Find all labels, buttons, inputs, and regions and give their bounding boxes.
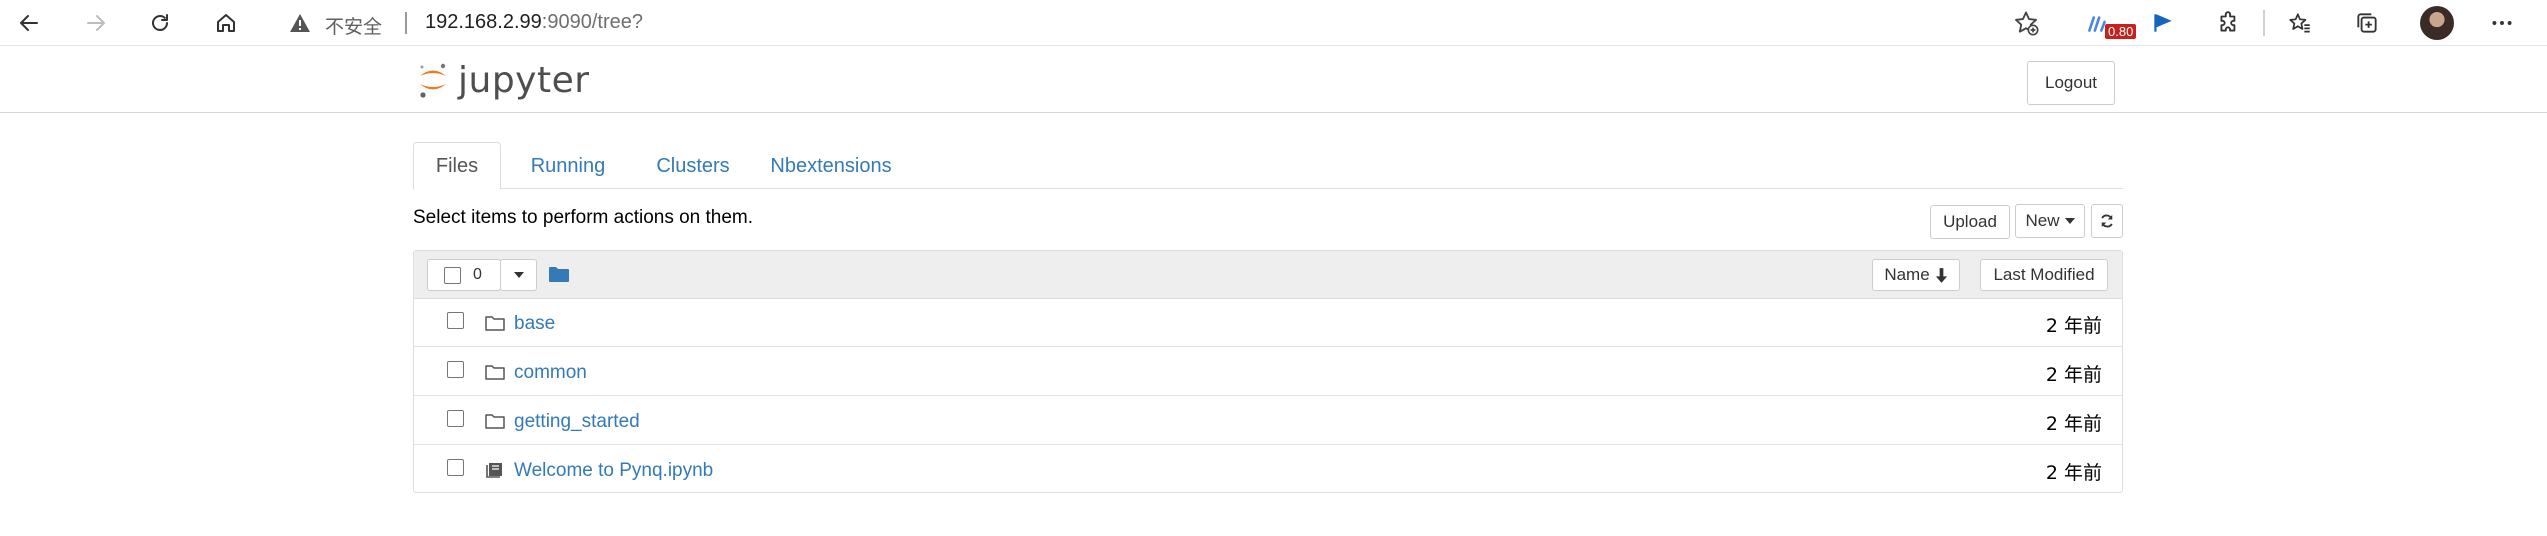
- flag-icon: [2154, 14, 2172, 32]
- file-name-link[interactable]: getting_started: [514, 411, 640, 433]
- url-text: 192.168.2.99:9090/tree?: [425, 11, 643, 34]
- url-path: :9090/tree?: [541, 11, 643, 33]
- sort-name-button[interactable]: Name: [1872, 259, 1960, 291]
- list-item[interactable]: getting_started 2 年前: [414, 397, 2122, 445]
- folder-icon: [485, 316, 505, 331]
- folder-icon: [485, 365, 505, 380]
- caret-down-icon: [2064, 218, 2075, 224]
- select-all-button[interactable]: 0: [427, 259, 501, 291]
- warning-icon: [290, 14, 310, 32]
- extension-badge: 0.80: [2105, 24, 2137, 39]
- file-list-header: 0 Name Last Modified: [414, 251, 2122, 299]
- more-horizontal-icon: [2492, 21, 2512, 25]
- profile-avatar[interactable]: [2420, 6, 2454, 40]
- tab-nbextensions[interactable]: Nbextensions: [761, 142, 901, 190]
- extension-2-button[interactable]: [2146, 6, 2180, 40]
- file-modified: 2 年前: [2045, 462, 2102, 484]
- arrow-left-icon: [20, 15, 38, 31]
- list-item[interactable]: base 2 年前: [414, 299, 2122, 347]
- file-modified: 2 年前: [2045, 364, 2102, 386]
- refresh-list-button[interactable]: [2091, 204, 2123, 238]
- jupyter-logo-text: jupyter: [458, 59, 590, 101]
- collections-icon: [2357, 13, 2377, 33]
- file-name-link[interactable]: common: [514, 362, 587, 384]
- row-checkbox[interactable]: [447, 361, 464, 378]
- url-host: 192.168.2.99: [425, 11, 542, 33]
- tab-bar: Files Running Clusters Nbextensions: [413, 142, 2123, 190]
- back-button[interactable]: [11, 5, 47, 41]
- jupyter-logo-icon: [420, 63, 446, 98]
- forward-button[interactable]: [78, 5, 114, 41]
- extensions-button[interactable]: [2212, 6, 2246, 40]
- list-item[interactable]: common 2 年前: [414, 348, 2122, 396]
- folder-filled-icon[interactable]: [549, 266, 569, 282]
- folder-icon: [485, 414, 505, 429]
- refresh-icon: [152, 14, 168, 31]
- sort-last-modified-button[interactable]: Last Modified: [1980, 259, 2108, 291]
- browser-toolbar: 不安全 192.168.2.99:9090/tree? 0.80: [0, 0, 2547, 46]
- favorites-button[interactable]: [2283, 6, 2317, 40]
- file-name-link[interactable]: Welcome to Pynq.ipynb: [514, 460, 713, 482]
- upload-button[interactable]: Upload: [1930, 205, 2010, 239]
- collections-button[interactable]: [2350, 6, 2384, 40]
- file-modified: 2 年前: [2045, 315, 2102, 337]
- puzzle-icon: [2220, 11, 2236, 32]
- new-dropdown-button[interactable]: New: [2015, 204, 2085, 238]
- address-separator: [405, 12, 407, 34]
- arrow-right-icon: [87, 15, 105, 31]
- file-modified: 2 年前: [2045, 413, 2102, 435]
- new-button-label: New: [2025, 211, 2060, 230]
- arrow-down-icon: [1935, 267, 1947, 283]
- tab-files[interactable]: Files: [413, 142, 501, 190]
- selected-count: 0: [473, 266, 482, 283]
- settings-menu-button[interactable]: [2485, 6, 2519, 40]
- row-checkbox[interactable]: [447, 312, 464, 329]
- file-name-link[interactable]: base: [514, 313, 555, 335]
- jupyter-logo[interactable]: jupyter: [416, 59, 590, 101]
- notebook-icon: [486, 463, 502, 478]
- address-bar[interactable]: 不安全 192.168.2.99:9090/tree?: [270, 3, 2040, 43]
- home-button[interactable]: [208, 5, 244, 41]
- sort-name-label: Name: [1884, 265, 1930, 284]
- caret-down-icon: [513, 272, 524, 278]
- insecure-label: 不安全: [325, 16, 383, 38]
- add-favorite-icon[interactable]: [2012, 9, 2040, 37]
- toolbar-separator: [2263, 10, 2265, 36]
- file-list: 0 Name Last Modified base 2 年前 common 2 …: [413, 250, 2123, 493]
- tab-clusters[interactable]: Clusters: [638, 142, 748, 190]
- row-checkbox[interactable]: [447, 410, 464, 427]
- favorites-star-icon: [2289, 13, 2310, 33]
- selection-hint: Select items to perform actions on them.: [413, 207, 754, 228]
- row-checkbox[interactable]: [447, 459, 464, 476]
- tab-running[interactable]: Running: [513, 142, 623, 190]
- logout-button[interactable]: Logout: [2027, 61, 2115, 105]
- refresh-icon: [2101, 214, 2113, 228]
- jupyter-header: jupyter Logout: [0, 47, 2547, 113]
- home-icon: [217, 14, 235, 32]
- list-item[interactable]: Welcome to Pynq.ipynb 2 年前: [414, 446, 2122, 494]
- refresh-button[interactable]: [142, 5, 178, 41]
- select-all-checkbox[interactable]: [444, 266, 461, 284]
- selection-menu-button[interactable]: [500, 259, 537, 291]
